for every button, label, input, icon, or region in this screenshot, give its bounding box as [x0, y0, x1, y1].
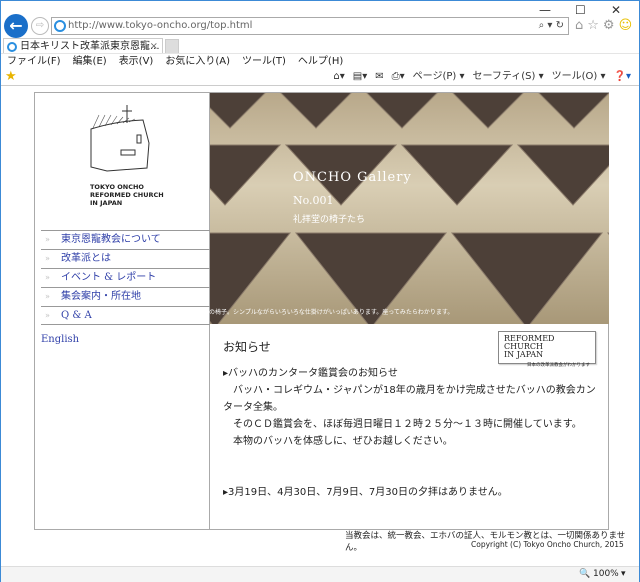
nav-about[interactable]: 東京恩寵教会について: [41, 230, 210, 249]
nav-events[interactable]: イベント & レポート: [41, 268, 210, 287]
menu-view[interactable]: 表示(V): [119, 56, 154, 67]
news-body: ▸バッハのカンタータ鑑賞会のお知らせ バッハ・コレギウム・ジャパンが18年の歳月…: [223, 368, 596, 498]
web-page: TOKYO ONCHOREFORMED CHURCHIN JAPAN 東京恩寵教…: [34, 92, 609, 530]
chair-back: [452, 93, 524, 129]
tools-menu[interactable]: ツール(O) ▾: [552, 71, 606, 82]
menu-favorites[interactable]: お気に入り(A): [165, 56, 230, 67]
ie-icon: [54, 20, 66, 32]
home-icon[interactable]: ⌂▾: [333, 71, 344, 82]
gallery-caption: 逆三角形の背もたれもユニークな礼拝堂の椅子。シンプルながらいろいろな仕掛けがいっ…: [101, 309, 454, 316]
english-link[interactable]: English: [41, 334, 79, 345]
status-bar: 🔍 100% ▾: [1, 566, 639, 582]
chair-back: [606, 232, 609, 236]
address-bar[interactable]: http://www.tokyo-oncho.org/top.html ⌕ ▾ ↻: [51, 17, 569, 35]
chair-back: [400, 144, 514, 206]
mail-icon[interactable]: ✉: [375, 71, 383, 82]
feed-icon[interactable]: ▤▾: [353, 71, 367, 82]
church-logo: [90, 105, 150, 172]
safety-menu[interactable]: セーフティ(S) ▾: [472, 71, 543, 82]
chair-back: [210, 93, 266, 129]
favorites-star-icon[interactable]: ★: [5, 68, 17, 86]
home-favorites-settings-icons[interactable]: ⌂☆⚙☺: [575, 18, 636, 33]
search-refresh-icon[interactable]: ⌕ ▾ ↻: [539, 18, 564, 34]
menu-help[interactable]: ヘルプ(H): [298, 56, 343, 67]
menu-edit[interactable]: 編集(E): [73, 56, 107, 67]
minimize-button[interactable]: —: [539, 3, 551, 17]
nav-reformed[interactable]: 改革派とは: [41, 249, 210, 268]
chair-back: [538, 93, 609, 129]
rcj-banner-link[interactable]: REFORMED CHURCH IN JAPAN 日本の改革派教会がわかります: [498, 331, 596, 368]
zoom-level[interactable]: 100%: [593, 569, 619, 579]
gallery-title: ONCHO Gallery: [293, 170, 412, 185]
back-button[interactable]: ←: [4, 14, 28, 38]
chair-back: [366, 93, 438, 129]
chair-back: [280, 93, 352, 129]
chair-back: [210, 144, 282, 206]
news-heading: お知らせ: [223, 340, 271, 354]
zoom-dropdown[interactable]: ▾: [621, 569, 626, 579]
menu-tools[interactable]: ツール(T): [242, 56, 286, 67]
menu-file[interactable]: ファイル(F): [7, 56, 61, 67]
menu-bar: ファイル(F) 編集(E) 表示(V) お気に入り(A) ツール(T) ヘルプ(H): [1, 53, 639, 68]
chair-back: [516, 144, 609, 206]
nav-access[interactable]: 集会案内・所在地: [41, 287, 210, 306]
print-icon[interactable]: ⎙▾: [392, 71, 405, 82]
ie-icon: [7, 42, 17, 52]
gallery-photo[interactable]: [210, 93, 609, 324]
chairs-image: [210, 93, 609, 324]
gallery-number: No.001: [293, 194, 334, 207]
logo-text: TOKYO ONCHO REFORMED CHURCH IN JAPAN: [90, 183, 164, 207]
maximize-button[interactable]: ☐: [575, 3, 586, 17]
chair-back: [450, 232, 604, 324]
gallery-subtitle: 礼拝堂の椅子たち: [293, 215, 366, 225]
forward-button[interactable]: ⇨: [31, 17, 49, 35]
help-icon[interactable]: ❓▾: [614, 71, 631, 82]
page-menu[interactable]: ページ(P) ▾: [413, 71, 465, 82]
tab-title: 日本キリスト改革派東京恩寵...: [20, 41, 160, 52]
close-button[interactable]: ✕: [611, 3, 621, 17]
command-bar: ★ ⌂▾ ▤▾ ✉ ⎙▾ ページ(P) ▾ セーフティ(S) ▾ ツール(O) ▾ ❓▾: [1, 68, 639, 86]
url-text: http://www.tokyo-oncho.org/top.html: [68, 20, 253, 31]
zoom-icon[interactable]: 🔍: [579, 569, 590, 579]
copyright: Copyright (C) Tokyo Oncho Church, 2015: [471, 540, 624, 549]
